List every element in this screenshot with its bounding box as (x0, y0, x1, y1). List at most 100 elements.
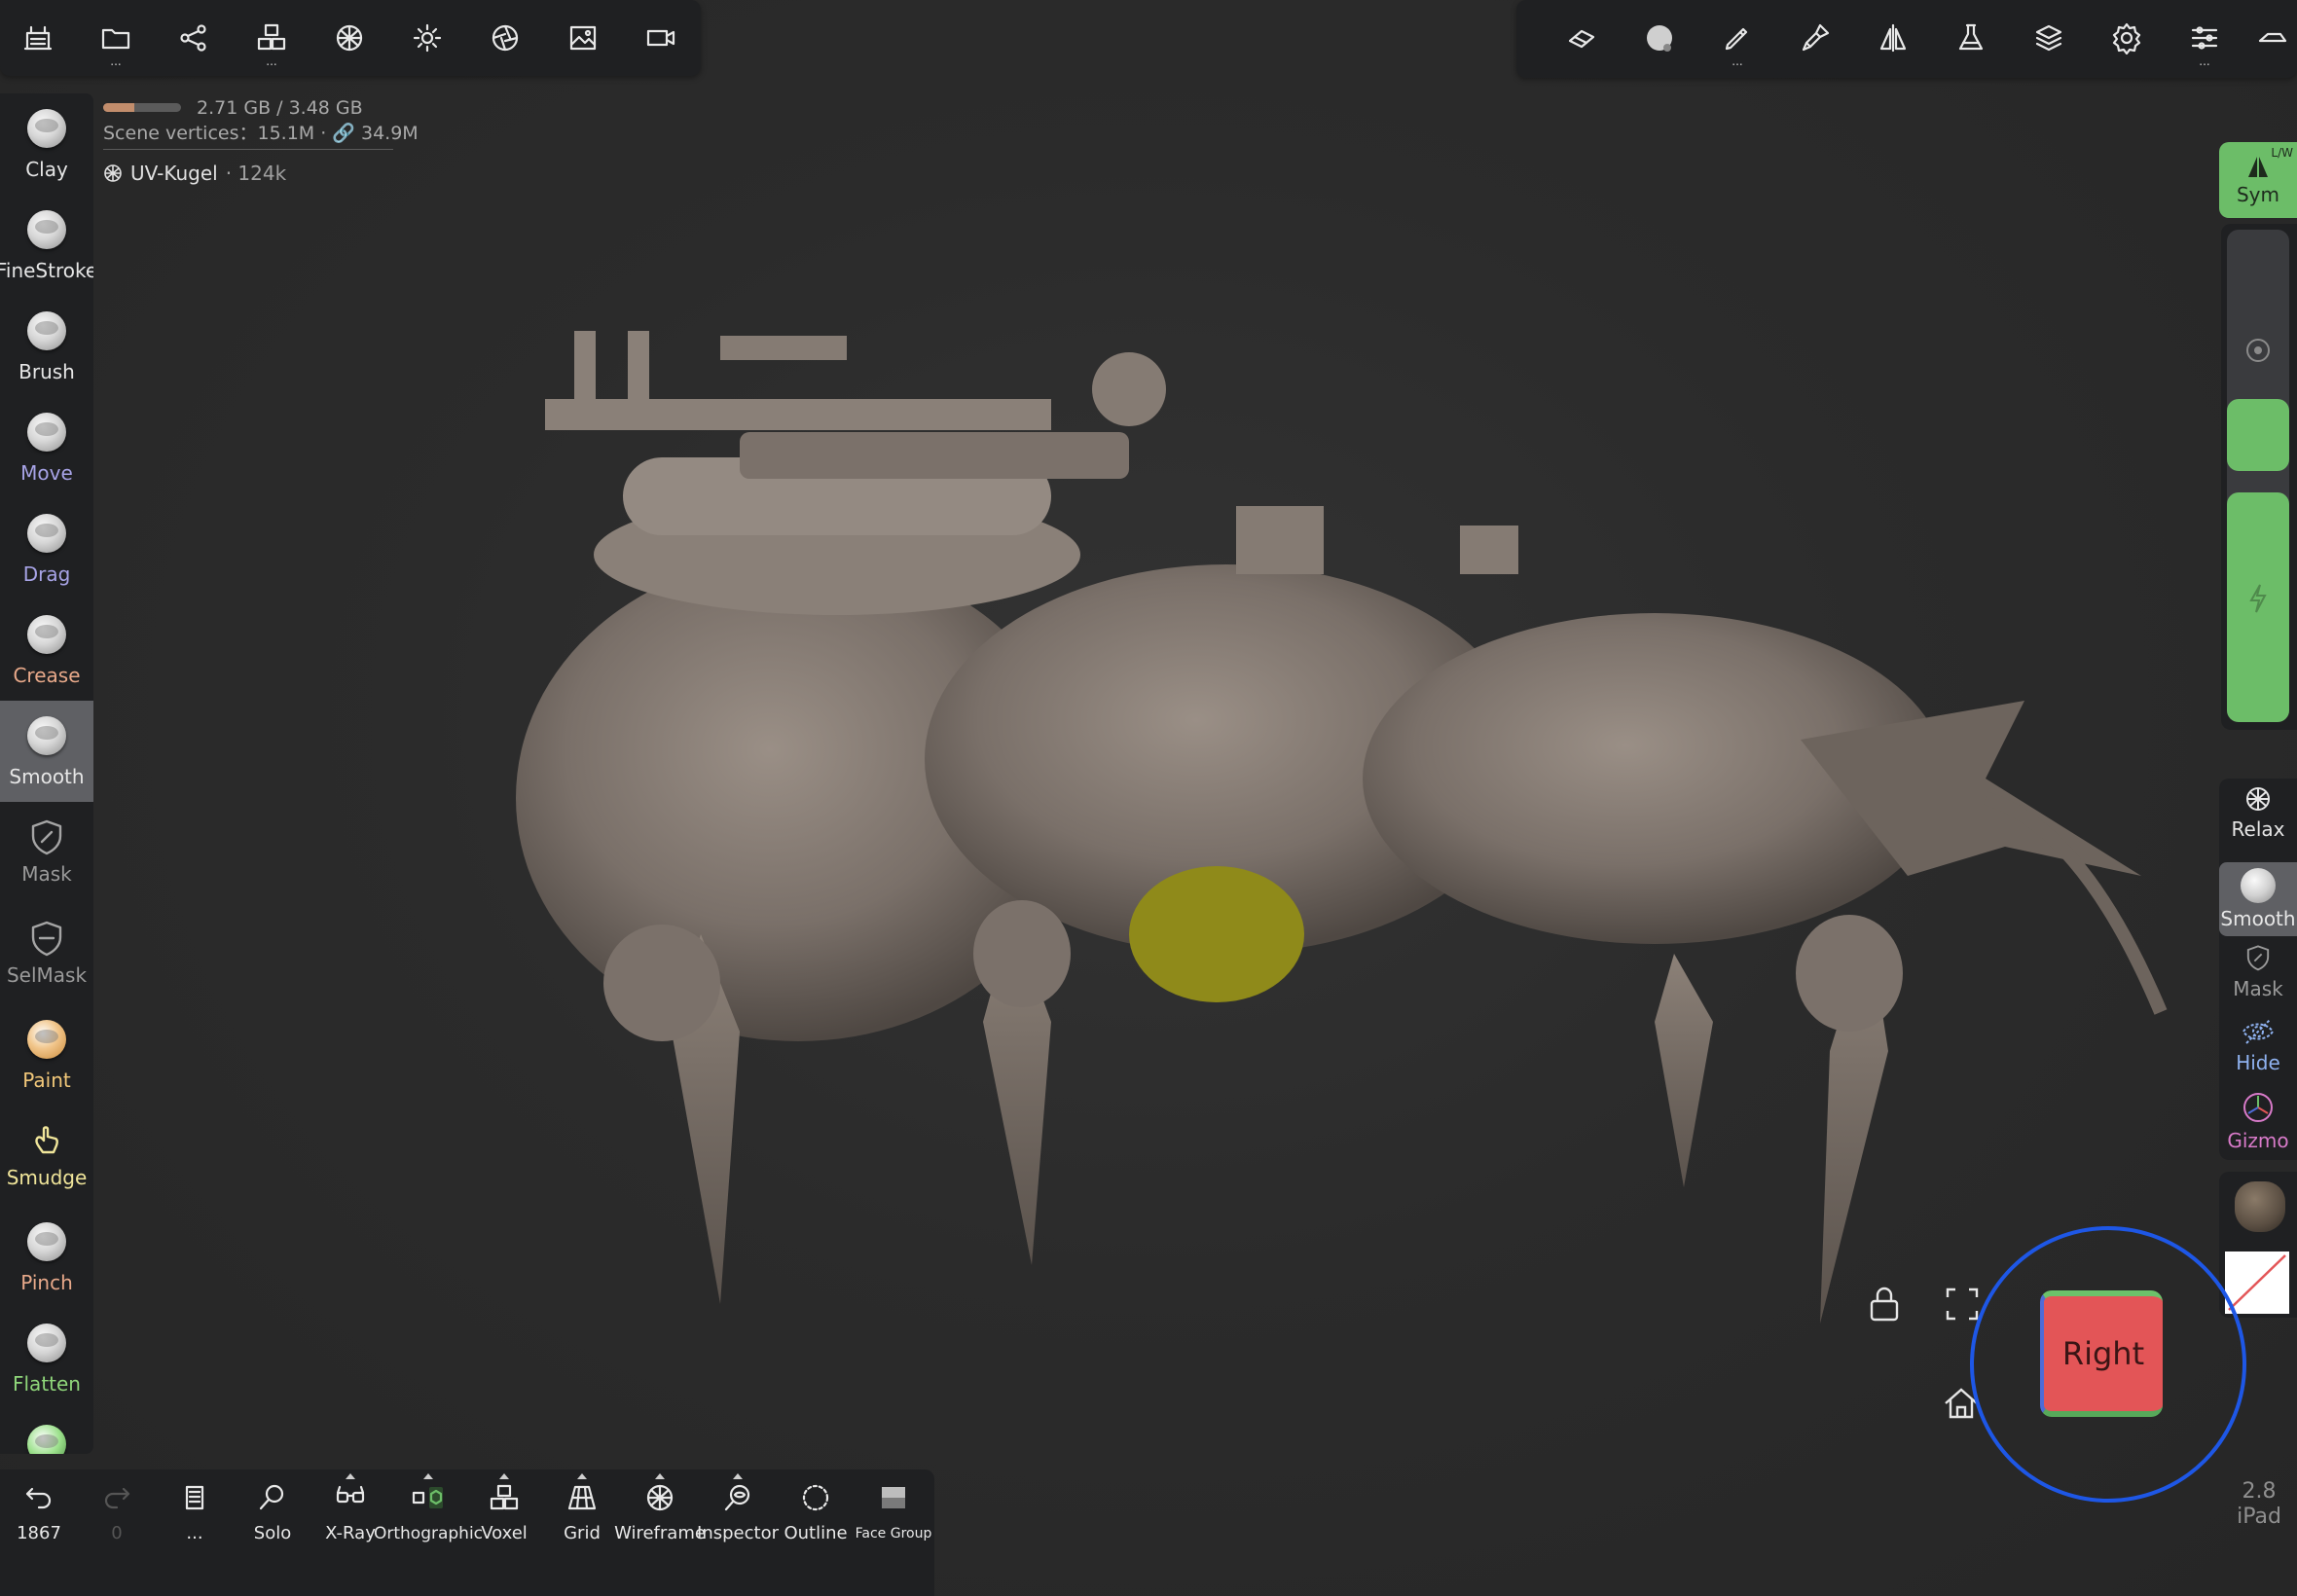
version-number: 2.8 (2242, 1479, 2277, 1504)
history-button[interactable]: ... (156, 1481, 234, 1543)
light-icon[interactable] (401, 12, 454, 64)
active-object-row[interactable]: UV-Kugel · 124k (103, 162, 286, 185)
orthographic-icon (412, 1487, 443, 1508)
matcap-preview[interactable] (2235, 1181, 2285, 1232)
view-cube-label: Right (2061, 1335, 2145, 1372)
solo-icon (259, 1484, 284, 1510)
no-color-icon (2228, 1254, 2286, 1311)
quick-mask-icon (2246, 945, 2270, 971)
brush-tool-bar: Clay FineStroke Brush Move Drag Crease S… (0, 93, 93, 1454)
quick-smooth-icon (2241, 868, 2276, 903)
color-swatch[interactable] (2225, 1251, 2289, 1314)
tool-smooth[interactable]: Smooth (0, 701, 93, 802)
tool-pinch[interactable]: Pinch (0, 1207, 93, 1308)
folder-more: ... (110, 54, 122, 68)
symmetry-mode: L/W (2271, 146, 2293, 160)
memory-bar-fill (103, 103, 134, 112)
interface-icon[interactable] (2246, 12, 2297, 64)
bottom-toolbar: 1867 0 ... Solo X-Ray Orthographic Voxel… (0, 1469, 934, 1596)
outline-button[interactable]: Outline (777, 1481, 855, 1543)
grid-button[interactable]: Grid (543, 1473, 621, 1543)
wireframe-caret (655, 1473, 665, 1479)
mesh-icon (104, 164, 122, 182)
wireframe-icon (646, 1484, 674, 1511)
top-right-toolbar: ... ... (1516, 0, 2297, 78)
view-cube[interactable]: Right (2040, 1290, 2163, 1417)
settings-icon[interactable] (2100, 12, 2153, 64)
inspector-button[interactable]: Inspector (697, 1473, 779, 1543)
tool-settings-icon[interactable] (1555, 12, 1608, 64)
finestroke-icon (27, 210, 66, 249)
clay-icon (27, 109, 66, 148)
crease-icon (27, 615, 66, 654)
image-icon[interactable] (557, 12, 609, 64)
face-group-button[interactable]: Face Group (855, 1481, 932, 1543)
xray-caret (346, 1473, 355, 1479)
brush-preview-icon[interactable] (1633, 12, 1686, 64)
pinch-icon (27, 1222, 66, 1261)
tool-clay[interactable]: Clay (0, 93, 93, 195)
redo-icon (104, 1487, 130, 1509)
shapes-more: ... (266, 54, 277, 68)
sliders-icon[interactable]: ... (2178, 12, 2231, 68)
tool-selmask[interactable]: SelMask (0, 903, 93, 1004)
tool-drag[interactable]: Drag (0, 498, 93, 599)
solo-button[interactable]: Solo (234, 1481, 311, 1543)
lock-icon[interactable] (1867, 1285, 1902, 1324)
relax-icon (2246, 787, 2270, 811)
tool-smudge[interactable]: Smudge (0, 1106, 93, 1207)
symmetry-icon[interactable] (1867, 12, 1919, 64)
folder-icon[interactable]: ... (90, 12, 142, 68)
voxel-icon (490, 1484, 519, 1510)
scene-icon[interactable] (12, 12, 64, 64)
frame-icon[interactable] (1945, 1287, 1980, 1322)
tool-flatten[interactable]: Flatten (0, 1308, 93, 1409)
painting-icon[interactable] (1789, 12, 1841, 64)
tool-move[interactable]: Move (0, 397, 93, 498)
drag-icon (27, 514, 66, 553)
radius-target-icon (2246, 339, 2270, 362)
gizmo-icon (2243, 1093, 2273, 1122)
relax-button[interactable]: Relax (2219, 784, 2297, 852)
flatten-icon (27, 1324, 66, 1362)
camera-icon[interactable] (635, 12, 687, 64)
tool-brush[interactable]: Brush (0, 296, 93, 397)
orthographic-button[interactable]: Orthographic (374, 1473, 483, 1543)
symmetry-toggle-icon (2248, 157, 2268, 177)
wireframe-button[interactable]: Wireframe (614, 1473, 706, 1543)
share-icon[interactable] (167, 12, 220, 64)
shading-icon[interactable] (479, 12, 531, 64)
sculpt-model[interactable] (0, 0, 2297, 1596)
gizmo-button[interactable]: Gizmo (2219, 1090, 2297, 1160)
layers-icon[interactable] (2023, 12, 2075, 64)
move-icon (27, 413, 66, 452)
memory-bar (103, 103, 181, 112)
topology-icon[interactable] (323, 12, 376, 64)
undo-button[interactable]: 1867 (0, 1481, 78, 1543)
tool-next[interactable] (0, 1409, 93, 1454)
symmetry-button[interactable]: L/W Sym (2219, 142, 2297, 218)
paint-icon (27, 1020, 66, 1059)
tool-finestroke[interactable]: FineStroke (0, 195, 93, 296)
shapes-icon[interactable]: ... (245, 12, 298, 68)
grid-caret (577, 1473, 587, 1479)
radius-slider-fill[interactable] (2227, 399, 2289, 471)
hide-button[interactable]: Hide (2219, 1016, 2297, 1084)
voxel-button[interactable]: Voxel (465, 1473, 543, 1543)
smudge-icon (25, 1119, 68, 1162)
inspector-icon (724, 1484, 750, 1511)
object-name: UV-Kugel (130, 162, 218, 185)
lab-icon[interactable] (1945, 12, 1997, 64)
hide-icon (2242, 1019, 2275, 1044)
sliders-more: ... (2199, 54, 2210, 68)
quick-smooth-button[interactable]: Smooth (2219, 862, 2297, 936)
object-vertex-count: · 124k (225, 162, 287, 185)
tool-crease[interactable]: Crease (0, 599, 93, 701)
voxel-caret (499, 1473, 509, 1479)
redo-button[interactable]: 0 (78, 1481, 156, 1543)
xray-icon (336, 1485, 365, 1504)
quick-mask-button[interactable]: Mask (2219, 942, 2297, 1012)
tool-paint[interactable]: Paint (0, 1004, 93, 1106)
stroke-icon[interactable]: ... (1711, 12, 1764, 67)
tool-mask[interactable]: Mask (0, 802, 93, 903)
